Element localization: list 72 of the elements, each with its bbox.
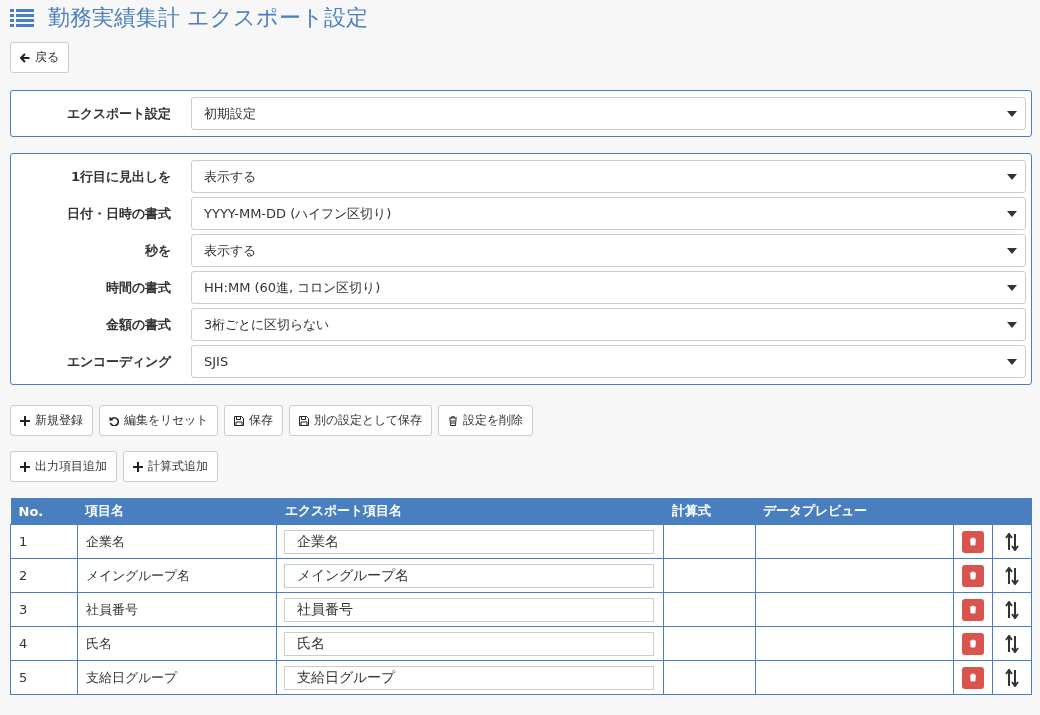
table-cell: 3 [10,592,78,627]
action-button[interactable]: 別の設定として保存 [289,405,432,436]
delete-button[interactable] [962,530,985,553]
select-field[interactable]: 初期設定 [191,97,1026,130]
delete-button[interactable] [962,666,985,689]
table-cell: 5 [10,660,78,695]
input-field[interactable]: 企業名 [284,529,655,554]
input-field[interactable]: 支給日グループ [284,665,655,690]
table-cell: 2 [10,558,78,593]
caret-icon [1007,247,1017,254]
field-label: 秒を [144,241,172,260]
select-field[interactable]: 表示する [191,234,1026,267]
trash-icon [969,673,978,682]
trash-icon [969,537,978,546]
select-field[interactable]: 3桁ごとに区切らない [191,308,1026,341]
table-cell: 4 [10,626,78,661]
trash-icon [969,605,978,614]
action-button[interactable]: 計算式追加 [123,451,218,482]
back-button[interactable]: 戻る [10,42,69,73]
caret-icon [1007,321,1017,328]
sort-arrows-icon [1005,634,1020,653]
field-label: 日付・日時の書式 [66,204,172,223]
column-header: データプレビュー [755,498,954,525]
caret-icon [1007,210,1017,217]
action-button[interactable]: 設定を削除 [438,405,533,436]
sort-arrows-icon [1005,566,1020,585]
trash-icon [969,639,978,648]
table-cell: メイングループ名 [77,558,277,593]
caret-icon [1007,358,1017,365]
input-field[interactable]: 社員番号 [284,597,655,622]
column-header: エクスポート項目名 [277,498,664,525]
trash-icon [969,571,978,580]
page-title: 勤務実績集計 エクスポート設定 [48,4,368,32]
plus-icon [133,461,143,472]
plus-icon [20,461,30,472]
column-header: No. [10,498,78,525]
caret-icon [1007,173,1017,180]
table-cell: 企業名 [77,524,277,559]
left-arrow-icon [20,52,30,63]
input-field[interactable]: 氏名 [284,631,655,656]
select-field[interactable]: HH:MM (60進, コロン区切り) [191,271,1026,304]
action-button[interactable]: 出力項目追加 [10,451,117,482]
undo-icon [109,415,119,426]
table-cell: 氏名 [77,626,277,661]
field-label: 時間の書式 [105,278,172,297]
trash-icon [448,415,458,426]
caret-icon [1007,110,1017,117]
field-label: 金額の書式 [105,315,172,334]
select-field[interactable]: YYYY-MM-DD (ハイフン区切り) [191,197,1026,230]
column-header: 項目名 [77,498,277,525]
sort-arrows-icon [1005,600,1020,619]
column-header: 計算式 [663,498,756,525]
field-label: 1行目に見出しを [69,167,172,186]
sort-arrows-icon [1005,532,1020,551]
select-field[interactable]: SJIS [191,345,1026,378]
sort-arrows-icon [1005,668,1020,687]
select-field[interactable]: 表示する [191,160,1026,193]
caret-icon [1007,284,1017,291]
field-label: エンコーディング [66,352,173,371]
delete-button[interactable] [962,564,985,587]
delete-button[interactable] [962,598,985,621]
delete-button[interactable] [962,632,985,655]
plus-icon [20,415,30,426]
table-cell: 社員番号 [77,592,277,627]
action-button[interactable]: 保存 [224,405,283,436]
input-field[interactable]: メイングループ名 [284,563,655,588]
table-cell: 支給日グループ [77,660,277,695]
field-label: エクスポート設定 [66,104,172,123]
table-cell: 1 [10,524,78,559]
list-icon [10,8,34,28]
action-button[interactable]: 新規登録 [10,405,93,436]
action-button[interactable]: 編集をリセット [99,405,218,436]
